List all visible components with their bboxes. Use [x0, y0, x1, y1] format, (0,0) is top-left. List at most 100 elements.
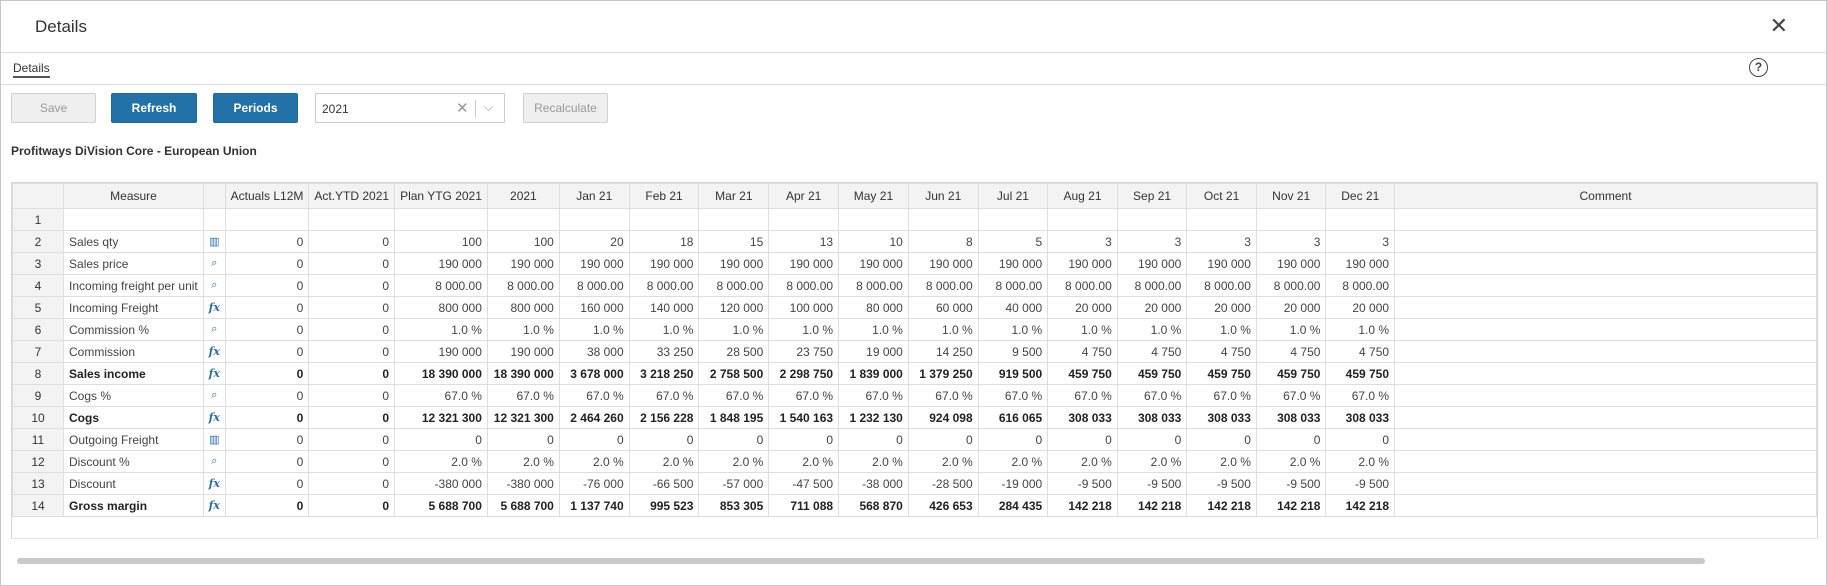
- value-cell[interactable]: 0: [1116, 428, 1188, 451]
- value-cell[interactable]: 1.0 %: [1186, 318, 1257, 341]
- value-cell[interactable]: 459 750: [1116, 362, 1188, 385]
- value-cell[interactable]: 190 000: [768, 252, 840, 275]
- value-cell[interactable]: 3: [1255, 230, 1327, 253]
- value-cell[interactable]: 18 390 000: [394, 362, 488, 385]
- value-cell[interactable]: 2 298 750: [768, 362, 840, 385]
- value-cell[interactable]: 5 688 700: [394, 494, 488, 517]
- value-cell[interactable]: -19 000: [977, 472, 1049, 495]
- value-cell[interactable]: 20 000: [1186, 296, 1257, 319]
- value-cell[interactable]: 190 000: [486, 340, 560, 363]
- value-cell[interactable]: 5: [977, 230, 1049, 253]
- value-cell[interactable]: 190 000: [1255, 252, 1327, 275]
- column-header[interactable]: Apr 21: [768, 183, 840, 209]
- value-cell[interactable]: 0: [224, 494, 310, 517]
- value-cell[interactable]: 0: [224, 296, 310, 319]
- column-header[interactable]: 2021: [486, 183, 560, 209]
- value-cell[interactable]: 190 000: [486, 252, 560, 275]
- value-cell[interactable]: 308 033: [1255, 406, 1327, 429]
- period-select[interactable]: 2021 ✕ ⌵: [315, 93, 505, 123]
- value-cell[interactable]: 2 464 260: [558, 406, 630, 429]
- value-cell[interactable]: 0: [308, 450, 396, 473]
- value-cell[interactable]: 18: [628, 230, 700, 253]
- value-cell[interactable]: 459 750: [1186, 362, 1257, 385]
- value-cell[interactable]: -9 500: [1325, 472, 1396, 495]
- value-cell[interactable]: 160 000: [558, 296, 630, 319]
- value-cell[interactable]: 995 523: [628, 494, 700, 517]
- value-cell[interactable]: 711 088: [768, 494, 840, 517]
- value-cell[interactable]: 0: [394, 428, 488, 451]
- value-cell[interactable]: 8 000.00: [1047, 274, 1118, 297]
- value-cell[interactable]: 3 218 250: [628, 362, 700, 385]
- value-cell[interactable]: 67.0 %: [486, 384, 560, 407]
- value-cell[interactable]: 100: [394, 230, 488, 253]
- value-cell[interactable]: 0: [308, 472, 396, 495]
- recalculate-button[interactable]: Recalculate: [523, 93, 608, 123]
- value-cell[interactable]: 0: [558, 428, 630, 451]
- chevron-down-icon[interactable]: ⌵: [484, 100, 493, 115]
- value-cell[interactable]: 20 000: [1116, 296, 1188, 319]
- value-cell[interactable]: 1.0 %: [977, 318, 1049, 341]
- value-cell[interactable]: 1 232 130: [838, 406, 909, 429]
- column-header[interactable]: Plan YTG 2021: [394, 183, 488, 209]
- value-cell[interactable]: [1047, 208, 1118, 231]
- value-cell[interactable]: [394, 208, 488, 231]
- value-cell[interactable]: 15: [698, 230, 770, 253]
- comment-cell[interactable]: [1394, 494, 1817, 517]
- value-cell[interactable]: [308, 208, 396, 231]
- value-cell[interactable]: 28 500: [698, 340, 770, 363]
- value-cell[interactable]: 14 250: [907, 340, 979, 363]
- tab-details[interactable]: Details: [13, 61, 50, 78]
- column-header[interactable]: Mar 21: [698, 183, 770, 209]
- fx-icon[interactable]: fx: [203, 362, 226, 385]
- value-cell[interactable]: 0: [308, 340, 396, 363]
- value-cell[interactable]: 1.0 %: [907, 318, 979, 341]
- value-cell[interactable]: 20: [558, 230, 630, 253]
- fx-icon[interactable]: fx: [203, 406, 226, 429]
- value-cell[interactable]: -380 000: [486, 472, 560, 495]
- value-cell[interactable]: 8 000.00: [486, 274, 560, 297]
- value-cell[interactable]: 919 500: [977, 362, 1049, 385]
- column-header[interactable]: Feb 21: [628, 183, 700, 209]
- value-cell[interactable]: [1325, 208, 1396, 231]
- value-cell[interactable]: 190 000: [1186, 252, 1257, 275]
- value-cell[interactable]: 1 540 163: [768, 406, 840, 429]
- value-cell[interactable]: 2.0 %: [486, 450, 560, 473]
- value-cell[interactable]: [224, 208, 310, 231]
- value-cell[interactable]: 0: [698, 428, 770, 451]
- value-cell[interactable]: 853 305: [698, 494, 770, 517]
- horizontal-scrollbar[interactable]: [17, 558, 1705, 564]
- value-cell[interactable]: 190 000: [1047, 252, 1118, 275]
- value-cell[interactable]: 60 000: [907, 296, 979, 319]
- comment-cell[interactable]: [1394, 472, 1817, 495]
- value-cell[interactable]: 2.0 %: [1255, 450, 1327, 473]
- value-cell[interactable]: 2.0 %: [977, 450, 1049, 473]
- value-cell[interactable]: 2.0 %: [907, 450, 979, 473]
- value-cell[interactable]: 0: [628, 428, 700, 451]
- value-cell[interactable]: 2.0 %: [394, 450, 488, 473]
- value-cell[interactable]: 2.0 %: [1325, 450, 1396, 473]
- value-cell[interactable]: 8 000.00: [1186, 274, 1257, 297]
- value-cell[interactable]: 0: [308, 230, 396, 253]
- value-cell[interactable]: 12 321 300: [486, 406, 560, 429]
- value-cell[interactable]: 2.0 %: [838, 450, 909, 473]
- value-cell[interactable]: 1.0 %: [698, 318, 770, 341]
- value-cell[interactable]: 4 750: [1047, 340, 1118, 363]
- value-cell[interactable]: 4 750: [1116, 340, 1188, 363]
- value-cell[interactable]: 19 000: [838, 340, 909, 363]
- value-cell[interactable]: 100: [486, 230, 560, 253]
- value-cell[interactable]: 0: [224, 472, 310, 495]
- value-cell[interactable]: 190 000: [977, 252, 1049, 275]
- search-doc-icon[interactable]: ⌕: [203, 450, 226, 473]
- value-cell[interactable]: 0: [308, 274, 396, 297]
- close-icon[interactable]: ✕: [1770, 14, 1788, 38]
- value-cell[interactable]: 0: [308, 494, 396, 517]
- value-cell[interactable]: 800 000: [486, 296, 560, 319]
- fx-icon[interactable]: fx: [203, 494, 226, 517]
- value-cell[interactable]: 1.0 %: [768, 318, 840, 341]
- value-cell[interactable]: 1.0 %: [1047, 318, 1118, 341]
- value-cell[interactable]: 568 870: [838, 494, 909, 517]
- value-cell[interactable]: 1 137 740: [558, 494, 630, 517]
- value-cell[interactable]: 0: [308, 406, 396, 429]
- value-cell[interactable]: 67.0 %: [768, 384, 840, 407]
- value-cell[interactable]: 0: [1186, 428, 1257, 451]
